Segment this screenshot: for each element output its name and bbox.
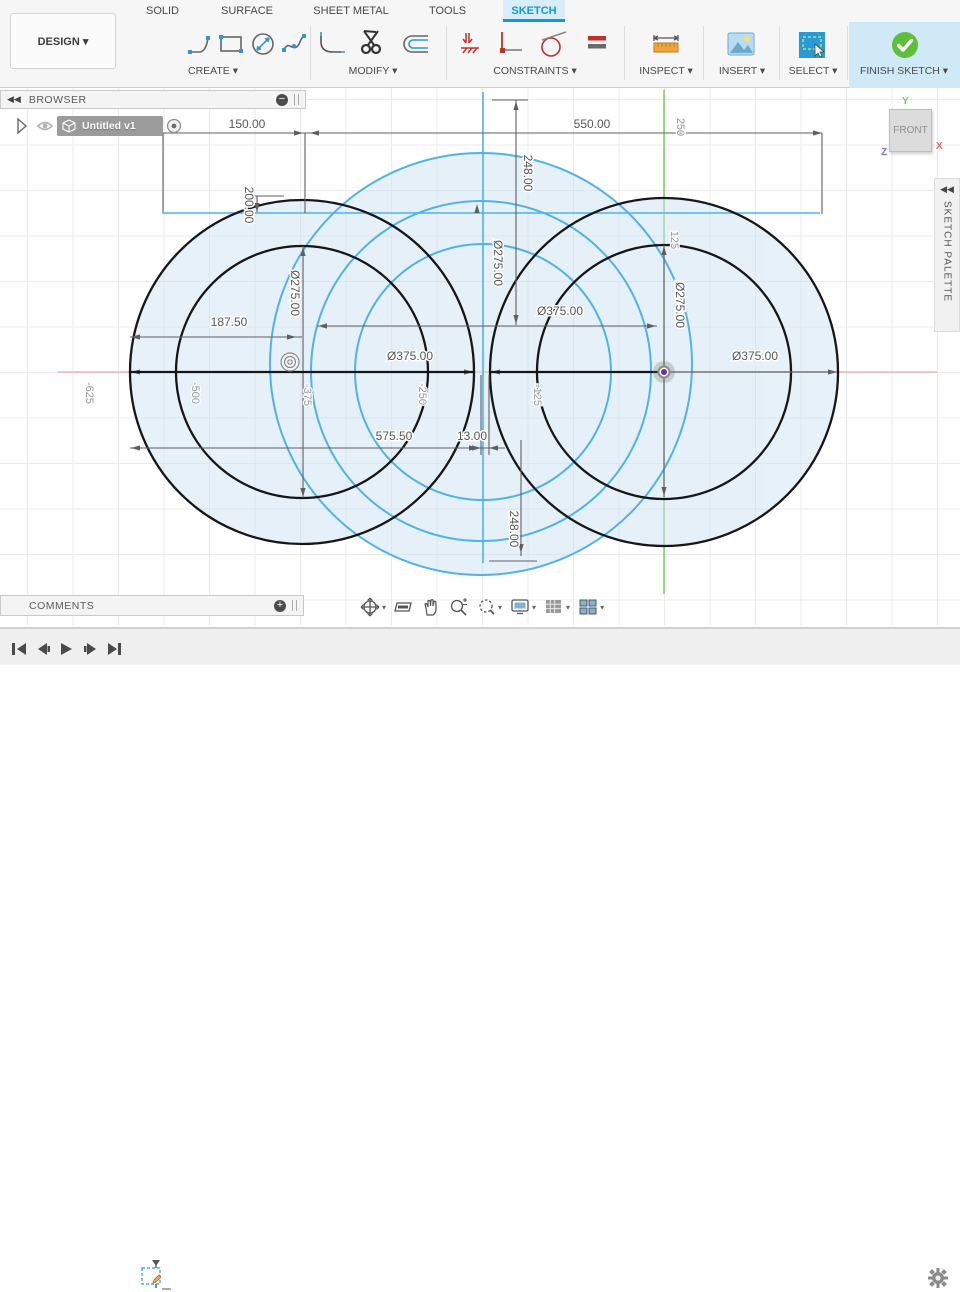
add-comment-icon[interactable]: +	[274, 599, 286, 612]
fillet-icon[interactable]	[317, 30, 345, 63]
skip-to-end-icon[interactable]	[106, 642, 124, 656]
in-context-icon[interactable]	[164, 116, 184, 136]
dimension-label[interactable]: Ø275.00	[490, 238, 507, 287]
gear-icon[interactable]	[928, 1268, 948, 1288]
equal-constraint-icon[interactable]	[586, 34, 610, 57]
fit-icon[interactable]: ▾	[474, 596, 504, 618]
pan-icon[interactable]	[420, 596, 442, 618]
browser-header[interactable]: ◀◀ BROWSER −	[0, 90, 306, 109]
tangent-constraint-icon[interactable]	[538, 30, 568, 65]
comments-header[interactable]: COMMENTS +	[0, 595, 304, 616]
expand-arrow-icon[interactable]	[17, 117, 28, 135]
origin-point[interactable]	[653, 361, 675, 383]
left-center-mark[interactable]	[280, 352, 300, 372]
circle-icon[interactable]	[249, 30, 277, 63]
sketch-palette-tab[interactable]: ◀◀ SKETCH PALETTE	[934, 178, 960, 332]
grid-snap-icon[interactable]: ▾	[542, 597, 572, 617]
z-axis-label: Z	[881, 147, 888, 158]
ribbon: DESIGN ▾ SOLID SURFACE SHEET METAL TOOLS…	[0, 0, 960, 88]
group-inspect[interactable]: INSPECT ▾	[639, 65, 693, 77]
dimension-label[interactable]: Ø375.00	[385, 348, 434, 365]
spline-icon[interactable]	[280, 30, 308, 63]
design-menu-button[interactable]: DESIGN ▾	[10, 13, 116, 69]
comments-title: COMMENTS	[29, 599, 95, 612]
dimension-label[interactable]: 550.00	[572, 116, 612, 133]
dimension-label[interactable]: 248.00	[506, 509, 523, 549]
group-select[interactable]: SELECT ▾	[789, 65, 838, 77]
y-axis-label: Y	[902, 96, 909, 107]
look-at-icon[interactable]	[392, 597, 416, 617]
sketch-feature-marker-icon[interactable]	[138, 1260, 172, 1292]
document-cube-icon	[62, 119, 76, 133]
horizontal-vertical-constraint-icon[interactable]	[496, 30, 524, 63]
sketch-palette-label: SKETCH PALETTE	[941, 201, 953, 303]
play-icon[interactable]	[58, 642, 76, 656]
trim-icon[interactable]	[356, 28, 386, 63]
browser-minimize-icon[interactable]: −	[276, 93, 288, 106]
dimension-label[interactable]: 248.00	[520, 153, 537, 193]
grid-coordinate-label: 125	[668, 231, 680, 249]
step-back-icon[interactable]	[34, 642, 52, 656]
finish-sketch-button[interactable]: FINISH SKETCH ▾	[860, 65, 948, 77]
orbit-icon[interactable]: ▾	[358, 596, 388, 618]
viewports-icon[interactable]: ▾	[576, 597, 606, 617]
line-icon[interactable]	[186, 30, 214, 63]
browser-row-controls[interactable]	[14, 115, 54, 137]
measure-icon[interactable]	[650, 30, 682, 63]
display-settings-icon[interactable]: ▾	[508, 597, 538, 617]
view-toolbar: ▾ ▾ ▾ ▾ ▾	[358, 595, 606, 619]
grid-coordinate-label: -250	[416, 383, 428, 405]
grid-coordinate-label: -500	[189, 382, 201, 404]
tab-solid[interactable]: SOLID	[135, 0, 190, 22]
offset-icon[interactable]	[400, 30, 430, 63]
tab-sketch[interactable]: SKETCH	[503, 0, 565, 22]
visibility-eye-icon[interactable]	[36, 121, 54, 131]
expand-palette-icon[interactable]: ◀◀	[940, 185, 954, 195]
viewcube[interactable]: FRONT	[889, 109, 932, 152]
step-forward-icon[interactable]	[82, 642, 100, 656]
finish-sketch-check-icon[interactable]	[890, 30, 920, 65]
zoom-icon[interactable]	[446, 596, 470, 618]
dimension-label[interactable]: 200.00	[241, 185, 258, 225]
browser-title: BROWSER	[28, 93, 87, 106]
document-node[interactable]: Untitled v1	[57, 116, 163, 136]
select-icon[interactable]	[797, 30, 827, 65]
tab-sheetmetal[interactable]: SHEET METAL	[303, 0, 399, 22]
group-create[interactable]: CREATE ▾	[188, 65, 238, 77]
ground-constraint-icon[interactable]	[456, 30, 484, 63]
grid-coordinate-label: -625	[83, 382, 95, 404]
skip-to-start-icon[interactable]	[10, 642, 28, 656]
group-modify[interactable]: MODIFY ▾	[349, 65, 398, 77]
comments-drag-grip[interactable]	[292, 600, 297, 611]
grid-coordinate-label: -375	[301, 384, 313, 406]
tab-tools[interactable]: TOOLS	[420, 0, 475, 22]
dimension-label[interactable]: Ø275.00	[672, 280, 689, 329]
dimension-label[interactable]: 187.50	[209, 314, 249, 331]
document-name[interactable]: Untitled v1	[82, 120, 136, 132]
profile-fill	[130, 153, 838, 575]
viewcube-face-label[interactable]: FRONT	[893, 125, 927, 136]
tab-surface[interactable]: SURFACE	[212, 0, 282, 22]
dimension-label[interactable]: Ø375.00	[535, 303, 584, 320]
x-axis-label: X	[936, 141, 943, 152]
dimension-label[interactable]: 575.50	[374, 428, 414, 445]
grid-coordinate-label: 250	[674, 118, 686, 136]
collapse-browser-icon[interactable]: ◀◀	[7, 95, 21, 105]
grid-coordinate-label: -125	[531, 384, 543, 406]
group-insert[interactable]: INSERT ▾	[719, 65, 765, 77]
dimension-label[interactable]: Ø275.00	[287, 268, 304, 317]
dimension-label[interactable]: 13.00	[455, 428, 488, 445]
rectangle-icon[interactable]	[217, 30, 245, 63]
insert-image-icon[interactable]	[725, 30, 757, 63]
dimension-label[interactable]: Ø375.00	[730, 348, 779, 365]
dimension-label[interactable]: 150.00	[227, 116, 267, 133]
group-constraints[interactable]: CONSTRAINTS ▾	[493, 65, 576, 77]
sketch-drawing[interactable]: 150.00 550.00 248.00 200.00 187.50 Ø275.00 Ø27…	[0, 88, 960, 625]
browser-drag-grip[interactable]	[294, 94, 299, 105]
timeline-bar	[0, 627, 960, 1290]
